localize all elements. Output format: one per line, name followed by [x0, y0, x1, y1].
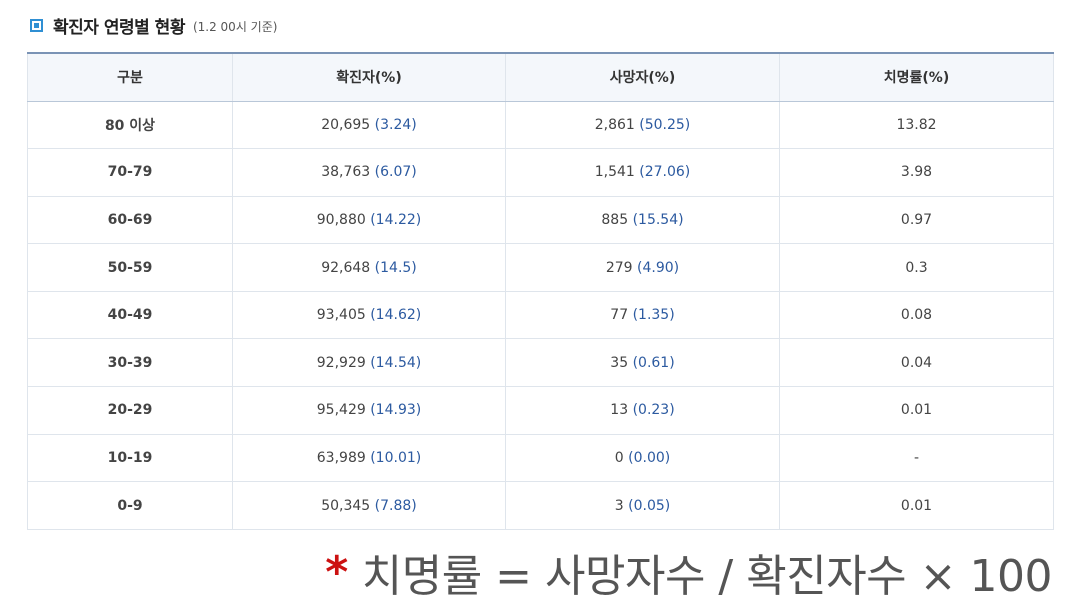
age-group-cell: 60-69: [27, 196, 233, 245]
age-group-cell: 50-59: [27, 243, 233, 292]
fatality-rate-cell: 0.3: [779, 243, 1054, 292]
fatality-rate-cell: -: [779, 434, 1054, 483]
formula-text: 치명률 = 사망자수 / 확진자수 × 100: [361, 551, 1053, 602]
confirmed-percent: (14.54): [370, 354, 422, 371]
table-row: 20-29 95,429 (14.93) 13 (0.23) 0.01: [27, 386, 1054, 435]
fatality-rate-cell: 0.04: [779, 338, 1054, 388]
table-row: 80 이상 20,695 (3.24) 2,861 (50.25) 13.82: [27, 101, 1054, 150]
deaths-percent: (4.90): [637, 259, 680, 276]
fatality-rate-cell: 0.97: [779, 196, 1054, 245]
confirmed-cell: 95,429 (14.93): [232, 386, 506, 435]
confirmed-count: 50,345: [321, 497, 371, 514]
confirmed-count: 38,763: [321, 164, 371, 181]
fatality-rate-cell: 13.82: [779, 101, 1054, 150]
table-row: 50-59 92,648 (14.5) 279 (4.90) 0.3: [27, 243, 1054, 292]
confirmed-cell: 92,648 (14.5): [232, 243, 506, 292]
fatality-rate-cell: 0.01: [779, 481, 1054, 530]
confirmed-count: 90,880: [316, 211, 366, 228]
confirmed-percent: (3.24): [374, 116, 417, 133]
confirmed-cell: 93,405 (14.62): [232, 291, 506, 340]
table-row: 30-39 92,929 (14.54) 35 (0.61) 0.04: [27, 338, 1054, 388]
section-subtitle: (1.2 00시 기준): [192, 19, 278, 34]
deaths-count: 885: [601, 211, 629, 228]
fatality-rate-cell: 3.98: [779, 148, 1054, 197]
fatality-rate-cell: 0.08: [779, 291, 1054, 340]
confirmed-cell: 38,763 (6.07): [232, 148, 506, 197]
table-row: 40-49 93,405 (14.62) 77 (1.35) 0.08: [27, 291, 1054, 340]
confirmed-cell: 63,989 (10.01): [232, 434, 506, 483]
age-group-cell: 20-29: [27, 386, 233, 435]
confirmed-count: 20,695: [321, 116, 371, 133]
column-header-fatality-rate: 치명률(%): [779, 52, 1054, 102]
deaths-count: 2,861: [594, 116, 635, 133]
section-title: 확진자 연령별 현황: [53, 17, 185, 38]
confirmed-count: 92,648: [321, 259, 371, 276]
age-group-cell: 0-9: [27, 481, 233, 530]
table-row: 0-9 50,345 (7.88) 3 (0.05) 0.01: [27, 481, 1054, 530]
deaths-cell: 279 (4.90): [505, 243, 780, 292]
asterisk-marker: *: [325, 546, 348, 598]
confirmed-count: 63,989: [316, 449, 366, 466]
deaths-cell: 1,541 (27.06): [505, 148, 780, 197]
age-stats-table: 구분 확진자(%) 사망자(%) 치명률(%) 80 이상 20,695 (3.2…: [27, 52, 1054, 530]
age-group-cell: 10-19: [27, 434, 233, 483]
confirmed-count: 93,405: [316, 307, 366, 324]
confirmed-percent: (14.62): [370, 307, 422, 324]
deaths-count: 35: [610, 354, 629, 371]
age-group-cell: 30-39: [27, 338, 233, 388]
deaths-count: 0: [614, 449, 624, 466]
confirmed-cell: 20,695 (3.24): [232, 101, 506, 150]
age-group-cell: 80 이상: [27, 101, 233, 150]
confirmed-percent: (7.88): [374, 497, 417, 514]
deaths-percent: (27.06): [639, 164, 691, 181]
age-group-cell: 40-49: [27, 291, 233, 340]
deaths-count: 1,541: [594, 164, 635, 181]
confirmed-percent: (10.01): [370, 449, 422, 466]
deaths-count: 13: [610, 402, 629, 419]
deaths-count: 3: [614, 497, 624, 514]
table-row: 10-19 63,989 (10.01) 0 (0.00) -: [27, 434, 1054, 483]
deaths-cell: 77 (1.35): [505, 291, 780, 340]
deaths-count: 279: [605, 259, 633, 276]
confirmed-cell: 50,345 (7.88): [232, 481, 506, 530]
deaths-cell: 35 (0.61): [505, 338, 780, 388]
confirmed-percent: (14.5): [374, 259, 417, 276]
confirmed-count: 95,429: [316, 402, 366, 419]
confirmed-cell: 90,880 (14.22): [232, 196, 506, 245]
deaths-percent: (15.54): [632, 211, 684, 228]
deaths-percent: (0.61): [632, 354, 675, 371]
confirmed-cell: 92,929 (14.54): [232, 338, 506, 388]
column-header-deaths: 사망자(%): [505, 52, 780, 102]
confirmed-percent: (14.22): [370, 211, 422, 228]
square-bullet-icon: [30, 18, 43, 32]
confirmed-percent: (14.93): [370, 402, 422, 419]
section-header: 확진자 연령별 현황 (1.2 00시 기준): [30, 10, 277, 40]
deaths-percent: (0.23): [632, 402, 675, 419]
table-row: 60-69 90,880 (14.22) 885 (15.54) 0.97: [27, 196, 1054, 245]
deaths-percent: (0.05): [628, 497, 671, 514]
table-header-row: 구분 확진자(%) 사망자(%) 치명률(%): [27, 52, 1054, 102]
deaths-count: 77: [610, 307, 629, 324]
deaths-percent: (0.00): [628, 449, 671, 466]
deaths-cell: 2,861 (50.25): [505, 101, 780, 150]
confirmed-percent: (6.07): [374, 164, 417, 181]
table-row: 70-79 38,763 (6.07) 1,541 (27.06) 3.98: [27, 148, 1054, 197]
deaths-cell: 13 (0.23): [505, 386, 780, 435]
fatality-rate-cell: 0.01: [779, 386, 1054, 435]
fatality-formula-note: * 치명률 = 사망자수 / 확진자수 × 100: [325, 540, 1052, 604]
deaths-cell: 0 (0.00): [505, 434, 780, 483]
deaths-cell: 3 (0.05): [505, 481, 780, 530]
confirmed-count: 92,929: [316, 354, 366, 371]
column-header-confirmed: 확진자(%): [232, 52, 506, 102]
deaths-cell: 885 (15.54): [505, 196, 780, 245]
deaths-percent: (50.25): [639, 116, 691, 133]
age-group-cell: 70-79: [27, 148, 233, 197]
column-header-group: 구분: [27, 52, 233, 102]
deaths-percent: (1.35): [632, 307, 675, 324]
